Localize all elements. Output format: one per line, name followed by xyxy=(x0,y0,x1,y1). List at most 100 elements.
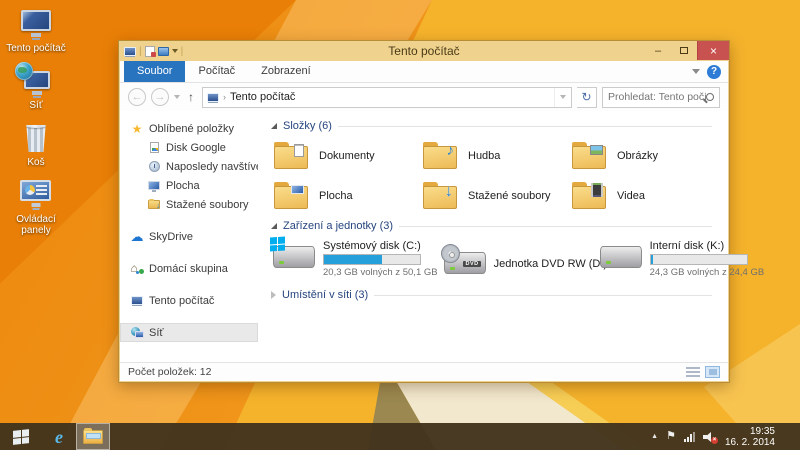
sidebar-item-downloads[interactable]: Stažené soubory xyxy=(120,195,258,214)
search-icon xyxy=(706,93,714,101)
capacity-bar xyxy=(650,254,748,265)
clock-date: 16. 2. 2014 xyxy=(725,437,775,448)
search-input[interactable] xyxy=(608,91,706,103)
help-icon[interactable]: ? xyxy=(707,65,721,79)
folder-name: Obrázky xyxy=(617,150,658,162)
drive-tile-k[interactable]: Interní disk (K:) 24,3 GB volných z 24,4… xyxy=(600,240,765,278)
folder-name: Videa xyxy=(617,190,645,202)
expand-ribbon-chevron-icon[interactable] xyxy=(692,69,700,74)
drive-tile-dvd[interactable]: DVD Jednotka DVD RW (D:) xyxy=(444,240,594,278)
recycle-bin-icon xyxy=(17,122,55,154)
music-folder-icon: ♪ xyxy=(422,141,459,170)
action-center-flag-icon[interactable]: ⚑ xyxy=(666,431,676,442)
breadcrumb[interactable]: Tento počítač xyxy=(230,91,295,103)
desktop-icon-control-panel[interactable]: Ovládací panely xyxy=(6,179,66,236)
sidebar-item-desktop[interactable]: Plocha xyxy=(120,176,258,195)
desktop-icon-label: Ovládací panely xyxy=(6,214,66,236)
folder-tile-music[interactable]: ♪ Hudba xyxy=(422,139,571,172)
details-view-icon[interactable] xyxy=(686,367,700,378)
windows-logo-icon xyxy=(13,429,29,445)
desktop-icon-recycle-bin[interactable]: Koš xyxy=(6,122,66,168)
group-header-devices[interactable]: Zařízení a jednotky (3) xyxy=(271,220,716,232)
address-dropdown-chevron-icon[interactable] xyxy=(554,88,571,107)
collapse-group-icon[interactable] xyxy=(271,223,277,229)
close-button[interactable]: × xyxy=(697,41,729,60)
sidebar-item-homegroup[interactable]: Domácí skupina xyxy=(120,259,258,278)
tab-view[interactable]: Zobrazení xyxy=(248,61,324,82)
desktop-folder-icon xyxy=(273,181,310,210)
status-bar: Počet položek: 12 xyxy=(120,362,728,381)
sidebar-item-label: Síť xyxy=(149,327,164,339)
customize-toolbar-chevron-icon[interactable] xyxy=(172,49,178,53)
group-title: Umístění v síti (3) xyxy=(282,289,368,301)
divider xyxy=(338,126,712,127)
refresh-button[interactable]: ↻ xyxy=(577,87,597,108)
desktop-icon-this-pc[interactable]: Tento počítač xyxy=(6,8,66,54)
documents-folder-icon xyxy=(273,141,310,170)
navigation-bar: ← → ↑ › Tento počítač ↻ xyxy=(120,83,728,111)
sidebar-item-google-drive[interactable]: Disk Google xyxy=(120,138,258,157)
group-title: Zařízení a jednotky (3) xyxy=(283,220,393,232)
folder-tile-documents[interactable]: Dokumenty xyxy=(273,139,422,172)
folder-tile-pictures[interactable]: Obrázky xyxy=(571,139,720,172)
forward-button[interactable]: → xyxy=(151,88,169,106)
clock-time: 19:35 xyxy=(750,426,775,437)
start-button[interactable] xyxy=(0,423,42,450)
navigation-pane: ★ Oblíbené položky Disk Google Naposledy… xyxy=(120,111,258,362)
desktop-icon-network[interactable]: Síť xyxy=(6,65,66,111)
recent-places-icon xyxy=(147,161,161,172)
sidebar-item-skydrive[interactable]: ☁ SkyDrive xyxy=(120,227,258,246)
drive-name: Systémový disk (C:) xyxy=(323,240,438,252)
expand-group-icon[interactable] xyxy=(271,291,276,299)
properties-icon[interactable] xyxy=(145,46,155,57)
group-header-network-locations[interactable]: Umístění v síti (3) xyxy=(271,289,716,301)
title-bar[interactable]: | | Tento počítač – × xyxy=(119,41,729,61)
drives-row: Systémový disk (C:) 20,3 GB volných z 50… xyxy=(273,240,716,278)
videos-folder-icon xyxy=(571,181,608,210)
show-hidden-icons-chevron-icon[interactable]: ▲ xyxy=(651,433,658,440)
minimize-button[interactable]: – xyxy=(645,41,671,60)
folder-name: Stažené soubory xyxy=(468,190,551,202)
folder-tile-desktop[interactable]: Plocha xyxy=(273,179,422,212)
computer-icon xyxy=(130,296,144,305)
system-menu-icon[interactable] xyxy=(124,47,136,56)
thumbnail-view-icon[interactable] xyxy=(705,366,720,378)
dvd-badge: DVD xyxy=(463,261,480,267)
recent-locations-chevron-icon[interactable] xyxy=(174,95,180,99)
folder-tile-videos[interactable]: Videa xyxy=(571,179,720,212)
sidebar-item-label: Stažené soubory xyxy=(166,199,249,211)
cloud-icon: ☁ xyxy=(130,231,144,242)
up-button[interactable]: ↑ xyxy=(185,90,197,104)
downloads-folder-icon: ↓ xyxy=(422,181,459,210)
collapse-group-icon[interactable] xyxy=(271,123,277,129)
control-panel-icon xyxy=(17,179,55,211)
sidebar-item-recent-places[interactable]: Naposledy navštívené xyxy=(120,157,258,176)
sidebar-item-label: Disk Google xyxy=(166,142,226,154)
sidebar-item-label: Tento počítač xyxy=(149,295,214,307)
folder-tile-downloads[interactable]: ↓ Stažené soubory xyxy=(422,179,571,212)
new-folder-icon[interactable] xyxy=(158,47,169,56)
folder-name: Hudba xyxy=(468,150,500,162)
network-signal-icon[interactable] xyxy=(684,432,695,442)
breadcrumb-separator: › xyxy=(223,92,226,102)
volume-muted-icon[interactable]: × xyxy=(703,431,717,443)
divider: | xyxy=(181,46,184,57)
taskbar-item-internet-explorer[interactable]: e xyxy=(42,423,76,450)
sidebar-item-this-pc[interactable]: Tento počítač xyxy=(120,291,258,310)
tab-file[interactable]: Soubor xyxy=(124,61,185,82)
maximize-button[interactable] xyxy=(671,41,697,60)
drive-tile-c[interactable]: Systémový disk (C:) 20,3 GB volných z 50… xyxy=(273,240,438,278)
sidebar-item-favorites[interactable]: ★ Oblíbené položky xyxy=(120,119,258,138)
back-button[interactable]: ← xyxy=(128,88,146,106)
sidebar-item-label: Naposledy navštívené xyxy=(166,161,258,173)
group-header-folders[interactable]: Složky (6) xyxy=(271,120,716,132)
taskbar-clock[interactable]: 19:35 16. 2. 2014 xyxy=(725,426,779,448)
search-box[interactable] xyxy=(602,87,720,108)
star-icon: ★ xyxy=(130,123,144,135)
desktop-icon xyxy=(147,181,161,190)
address-bar[interactable]: › Tento počítač xyxy=(202,87,572,108)
sidebar-item-network[interactable]: Síť xyxy=(120,323,258,342)
folder-name: Plocha xyxy=(319,190,353,202)
taskbar-item-file-explorer[interactable] xyxy=(76,423,110,450)
tab-computer[interactable]: Počítač xyxy=(185,61,248,82)
